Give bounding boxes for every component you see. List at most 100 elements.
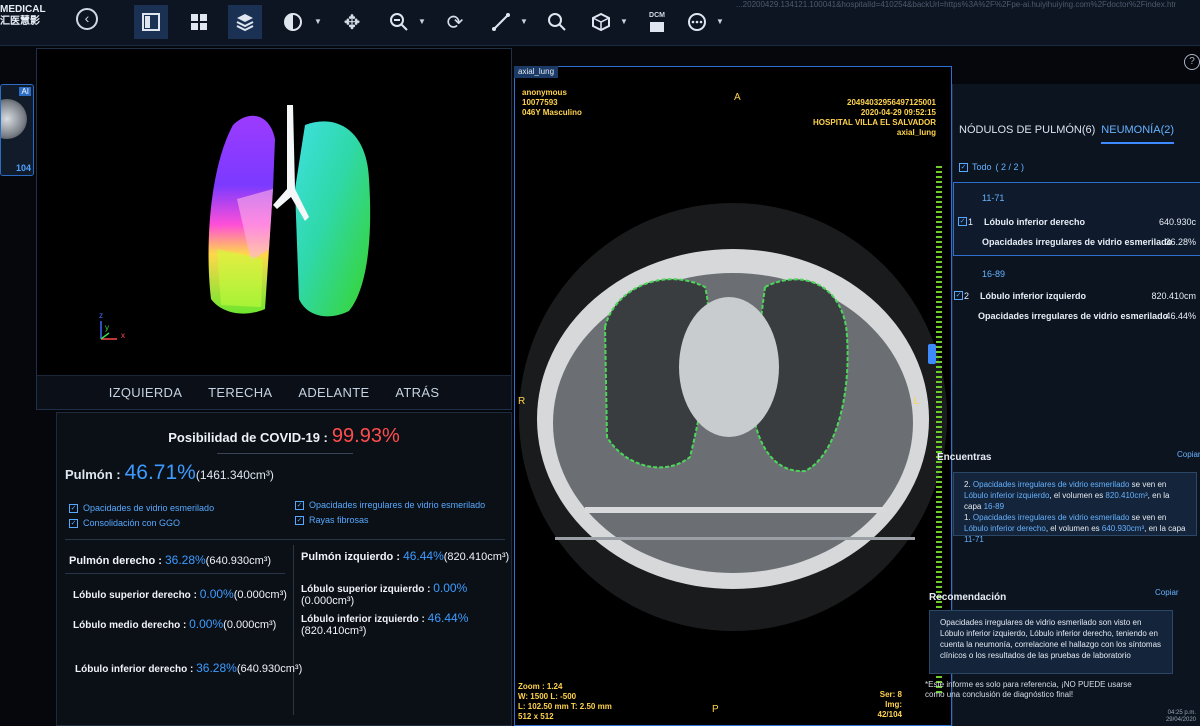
legend-consolidation[interactable]: Consolidación con GGO bbox=[69, 518, 180, 528]
measure-dropdown-icon[interactable]: ▼ bbox=[520, 17, 528, 26]
ct-viewer[interactable] bbox=[514, 66, 952, 726]
series-thumbnail[interactable]: AI 104 bbox=[0, 84, 34, 176]
logo-text-cn: 汇医慧影 bbox=[0, 16, 40, 27]
thumbnail-image bbox=[1, 99, 27, 139]
zoom-dropdown-icon[interactable]: ▼ bbox=[418, 17, 426, 26]
checkbox[interactable] bbox=[295, 500, 304, 510]
table-border bbox=[65, 573, 285, 574]
view-left-button[interactable]: IZQUIERDA bbox=[109, 385, 182, 400]
app-logo: MEDICAL 汇医慧影 bbox=[0, 4, 56, 28]
view-back-button[interactable]: ATRÁS bbox=[395, 385, 439, 400]
contrast-icon bbox=[284, 13, 302, 31]
finding-checkbox[interactable] bbox=[954, 291, 963, 300]
slice-slider-handle[interactable] bbox=[928, 344, 936, 364]
copy-findings-button[interactable]: Copiar bbox=[1177, 450, 1200, 459]
finding-pct: 46.44% bbox=[1165, 311, 1196, 321]
system-clock: 04:25 p.m. 29/04/2020 bbox=[1166, 710, 1196, 724]
finding-card[interactable]: 11-71 1 Lóbulo inferior derecho 640.930c… bbox=[953, 182, 1200, 256]
table-border bbox=[65, 539, 505, 540]
series-name: axial_lung bbox=[896, 128, 936, 137]
cube-dropdown-icon[interactable]: ▼ bbox=[620, 17, 628, 26]
text-fragment: 820.410cm³ bbox=[1105, 491, 1148, 500]
finding-checkbox[interactable] bbox=[958, 217, 967, 226]
zoom-readout: Zoom : 1.24 bbox=[518, 682, 563, 691]
checkbox[interactable] bbox=[295, 515, 304, 525]
back-button[interactable]: ‹ bbox=[76, 8, 98, 30]
right-lung-volume: (640.930cm³) bbox=[205, 555, 272, 567]
move-button[interactable]: ✥ bbox=[335, 5, 369, 39]
lobe-label: Lóbulo medio derecho : bbox=[73, 620, 187, 631]
layers-button[interactable] bbox=[228, 5, 262, 39]
finding-lobe: Lóbulo inferior derecho bbox=[984, 217, 1086, 227]
finding-volume: 640.930c bbox=[1158, 217, 1196, 227]
lobe-lil: Lóbulo inferior izquierdo : 46.44% (820.4… bbox=[301, 611, 501, 637]
rotate-button[interactable]: ⟳ bbox=[438, 5, 472, 39]
lobe-rml: Lóbulo medio derecho : 0.00%(0.000cm³) bbox=[73, 617, 276, 631]
3d-cube-button[interactable] bbox=[584, 5, 618, 39]
layout-grid-button[interactable] bbox=[182, 5, 216, 39]
patient-info: anonymous 10077593 046Y Masculino bbox=[522, 88, 582, 118]
lobe-label: Lóbulo superior izquierdo : bbox=[301, 584, 431, 595]
legend-label: Opacidades de vidrio esmerilado bbox=[83, 503, 215, 513]
text-fragment: Opacidades irregulares de vidrio esmeril… bbox=[972, 480, 1130, 489]
divider bbox=[217, 453, 353, 454]
lobe-label: Lóbulo inferior izquierdo : bbox=[301, 614, 425, 625]
move-icon: ✥ bbox=[343, 11, 361, 34]
lobe-lsl: Lóbulo superior izquierdo : 0.00% (0.000c… bbox=[301, 581, 511, 607]
legend-ggo[interactable]: Opacidades de vidrio esmerilado bbox=[69, 503, 214, 513]
text-fragment: Lóbulo inferior derecho bbox=[964, 524, 1046, 533]
covid-value: 99.93% bbox=[331, 425, 400, 447]
rotate-icon: ⟳ bbox=[446, 11, 464, 34]
view-front-button[interactable]: ADELANTE bbox=[298, 385, 369, 400]
legend-irregular-ggo[interactable]: Opacidades irregulares de vidrio esmeril… bbox=[295, 500, 485, 510]
covid-label: Posibilidad de COVID-19 : bbox=[168, 430, 328, 445]
findings-tabs: NÓDULOS DE PULMÓN(6) NEUMONÍA(2) bbox=[959, 124, 1175, 144]
copy-recommendation-button[interactable]: Copiar bbox=[1155, 588, 1179, 597]
measure-button[interactable] bbox=[484, 5, 518, 39]
help-icon[interactable]: ? bbox=[1184, 54, 1200, 70]
text-fragment: se ven en bbox=[1129, 480, 1167, 489]
finding-lobe: Lóbulo inferior izquierdo bbox=[980, 291, 1086, 301]
select-all[interactable]: Todo ( 2 / 2 ) bbox=[959, 162, 1024, 172]
patient-name: anonymous bbox=[522, 88, 567, 97]
lobe-volume: (0.000cm³) bbox=[301, 595, 355, 607]
window-readout: W: 1500 L: -500 bbox=[518, 692, 577, 701]
contrast-dropdown-icon[interactable]: ▼ bbox=[314, 17, 322, 26]
more-dropdown-icon[interactable]: ▼ bbox=[716, 17, 724, 26]
left-lung-summary: Pulmón izquierdo : 46.44%(820.410cm³) bbox=[301, 549, 509, 563]
layout-single-button[interactable] bbox=[134, 5, 168, 39]
legend-fibrous[interactable]: Rayas fibrosas bbox=[295, 515, 369, 525]
select-all-checkbox[interactable] bbox=[959, 162, 968, 172]
lobe-volume: (640.930cm³) bbox=[236, 663, 303, 675]
left-lung-volume: (820.410cm³) bbox=[443, 551, 510, 563]
browser-url: ...20200429.134121.100041&hospitalId=410… bbox=[736, 0, 1176, 9]
dcm-button[interactable]: DCM bbox=[640, 5, 674, 39]
study-info: 20494032956497125001 2020-04-29 09:52:15… bbox=[800, 98, 936, 138]
checkbox[interactable] bbox=[69, 518, 78, 528]
covid-probability: Posibilidad de COVID-19 :99.93% bbox=[57, 425, 511, 448]
tab-pneumonia[interactable]: NEUMONÍA(2) bbox=[1101, 124, 1175, 144]
top-toolbar: MEDICAL 汇医慧影 ‹ ▼ ✥ ▼ ⟳ ▼ ▼ DCM ▼ ...2020… bbox=[0, 0, 1200, 46]
tab-nodules[interactable]: NÓDULOS DE PULMÓN(6) bbox=[959, 124, 1095, 144]
ct-series-tab[interactable]: axial_lung bbox=[514, 66, 559, 78]
more-button[interactable] bbox=[680, 5, 714, 39]
lung-3d-panel[interactable]: z y x IZQUIERDA TERECHA ADELANTE ATRÁS bbox=[36, 48, 512, 410]
magnify-icon bbox=[548, 13, 566, 31]
right-lung-value: 36.28% bbox=[164, 553, 206, 567]
zoom-button[interactable] bbox=[382, 5, 416, 39]
finding-card[interactable]: 16-89 2 Lóbulo inferior izquierdo 820.41… bbox=[953, 262, 1200, 326]
text-fragment: 11-71 bbox=[964, 535, 984, 544]
recommendation-title: Recomendación bbox=[929, 592, 1007, 603]
dcm-icon: DCM bbox=[649, 12, 665, 32]
checkbox[interactable] bbox=[69, 503, 78, 513]
finding-type: Opacidades irregulares de vidrio esmeril… bbox=[978, 311, 1169, 321]
image-count: 104 bbox=[15, 163, 31, 173]
magnify-button[interactable] bbox=[540, 5, 574, 39]
finding-layer: 11-71 bbox=[982, 193, 1005, 203]
view-right-button[interactable]: TERECHA bbox=[208, 385, 272, 400]
image-number: Img: 42/104 bbox=[877, 700, 902, 719]
lobe-rsl: Lóbulo superior derecho : 0.00%(0.000cm³… bbox=[73, 587, 287, 601]
contrast-button[interactable] bbox=[276, 5, 310, 39]
finding-volume: 820.410cm bbox=[1151, 291, 1196, 301]
clock-date: 29/04/2020 bbox=[1165, 717, 1196, 723]
